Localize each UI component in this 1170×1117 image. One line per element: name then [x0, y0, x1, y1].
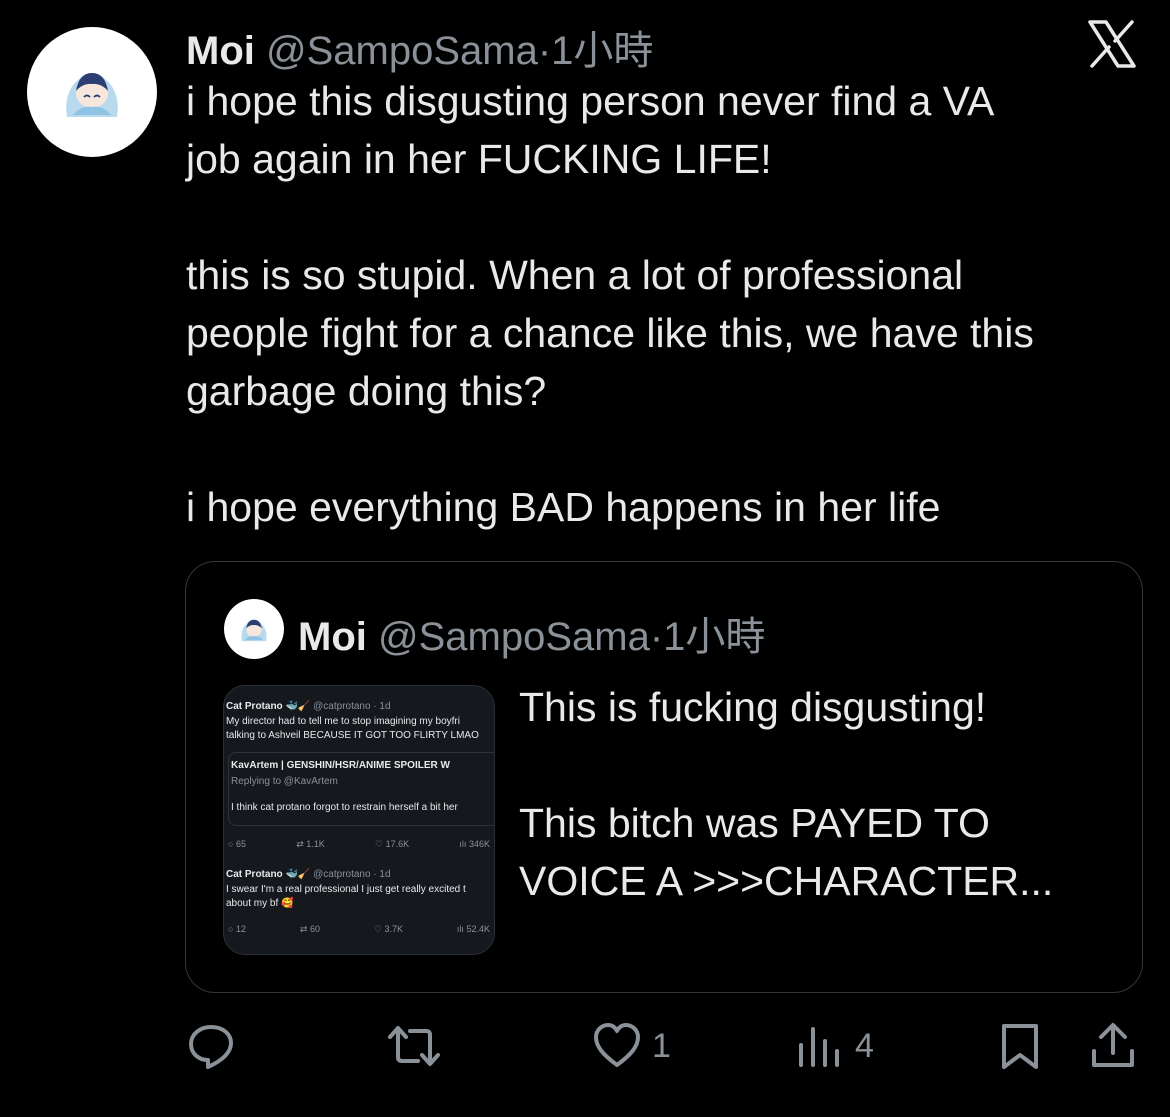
image-reply-card: KavArtem | GENSHIN/HSR/ANIME SPOILER W R… — [228, 752, 494, 826]
quote-author-name[interactable]: Moi — [298, 615, 367, 659]
body-line: garbage doing this? — [186, 368, 547, 414]
retweet-icon — [388, 1026, 440, 1066]
avatar[interactable] — [27, 27, 157, 157]
quote-line: This bitch was PAYED TO — [519, 800, 990, 846]
views-icon — [799, 1027, 839, 1067]
avatar-image — [241, 619, 267, 642]
tweet-header: Moi @SampoSama·1小時 — [186, 18, 653, 76]
image-tweet1-line: My director had to tell me to stop imagi… — [226, 716, 460, 727]
quote-line: VOICE A >>>CHARACTER... — [519, 858, 1054, 904]
bookmark-icon — [1002, 1024, 1038, 1069]
reply-icon — [189, 1025, 233, 1069]
quote-media-image[interactable]: Cat Protano 🐳🧹 @catprotano · 1d My direc… — [223, 685, 495, 955]
stat-replies: ○ 65 — [228, 839, 246, 849]
image-tweet2-handle: @catprotano · 1d — [313, 869, 391, 880]
image-tweet2-stats: ○ 12 ⇄ 60 ♡ 3.7K ılı 52.4K — [228, 923, 490, 936]
like-button[interactable]: 1 — [592, 1021, 671, 1071]
retweet-button[interactable] — [386, 1021, 442, 1071]
bookmark-button[interactable] — [995, 1021, 1045, 1071]
quote-tweet[interactable]: Moi @SampoSama·1小時 Cat Protano 🐳🧹 @catpr… — [185, 561, 1143, 993]
quote-body: This is fucking disgusting! This bitch w… — [519, 678, 1119, 910]
image-reply-context: Replying to @KavArtem — [231, 776, 338, 787]
stat-likes: ♡ 17.6K — [375, 839, 410, 849]
image-tweet1-header: Cat Protano 🐳🧹 @catprotano · 1d — [226, 700, 391, 713]
separator: · — [649, 615, 664, 659]
body-line: i hope everything BAD happens in her lif… — [186, 484, 941, 530]
reply-button[interactable] — [186, 1021, 236, 1071]
timestamp[interactable]: 1小時 — [551, 29, 653, 73]
body-line: job again in her FUCKING LIFE! — [186, 136, 772, 182]
avatar-image — [66, 73, 118, 117]
like-count: 1 — [652, 1026, 671, 1065]
image-tweet2-line: I swear I'm a real professional I just g… — [226, 884, 466, 895]
quote-avatar[interactable] — [224, 599, 284, 659]
stat-replies: ○ 12 — [228, 924, 246, 934]
heart-icon — [594, 1023, 640, 1067]
image-tweet2-header: Cat Protano 🐳🧹 @catprotano · 1d — [226, 868, 391, 881]
image-tweet1-line: talking to Ashveil BECAUSE IT GOT TOO FL… — [226, 730, 479, 741]
quote-timestamp[interactable]: 1小時 — [663, 615, 765, 659]
views-count: 4 — [855, 1026, 874, 1065]
image-tweet2-name: Cat Protano 🐳🧹 — [226, 869, 311, 880]
views-button[interactable]: 4 — [795, 1021, 874, 1071]
share-button[interactable] — [1088, 1021, 1138, 1071]
stat-views: ılı 52.4K — [456, 924, 490, 934]
share-icon — [1092, 1023, 1134, 1067]
separator: · — [537, 29, 552, 73]
stat-retweets: ⇄ 1.1K — [296, 839, 325, 849]
stat-views: ılı 346K — [459, 839, 490, 849]
image-tweet1-stats: ○ 65 ⇄ 1.1K ♡ 17.6K ılı 346K — [228, 838, 490, 851]
image-tweet2-line: about my bf 🥰 — [226, 898, 294, 909]
quote-header: Moi @SampoSama·1小時 — [298, 604, 765, 662]
author-handle[interactable]: @SampoSama — [266, 29, 538, 73]
body-line: i hope this disgusting person never find… — [186, 78, 995, 124]
x-logo-icon[interactable] — [1086, 18, 1138, 70]
action-bar: 1 4 — [0, 1018, 1170, 1078]
image-tweet1-name: Cat Protano 🐳🧹 — [226, 701, 311, 712]
body-line: this is so stupid. When a lot of profess… — [186, 252, 964, 298]
author-name[interactable]: Moi — [186, 29, 255, 73]
body-line: people fight for a chance like this, we … — [186, 310, 1034, 356]
stat-retweets: ⇄ 60 — [299, 924, 320, 934]
stat-likes: ♡ 3.7K — [373, 924, 403, 934]
image-tweet1-handle: @catprotano · 1d — [313, 701, 391, 712]
tweet-body: i hope this disgusting person never find… — [186, 72, 1146, 536]
image-reply-text: I think cat protano forgot to restrain h… — [231, 802, 458, 813]
quote-author-handle[interactable]: @SampoSama — [378, 615, 650, 659]
quote-line: This is fucking disgusting! — [519, 684, 987, 730]
image-reply-name: KavArtem | GENSHIN/HSR/ANIME SPOILER W — [231, 760, 450, 771]
